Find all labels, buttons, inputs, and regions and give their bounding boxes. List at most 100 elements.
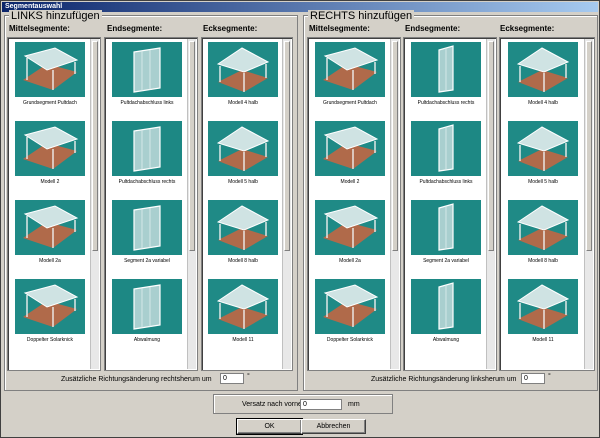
vertical-scrollbar[interactable] bbox=[486, 39, 495, 369]
segment-thumbnail-icon bbox=[315, 42, 385, 97]
segment-thumbnail-icon bbox=[315, 279, 385, 334]
segment-thumbnail-icon bbox=[208, 42, 278, 97]
segment-caption: Pultdachabschluss links bbox=[120, 100, 174, 106]
segment-list-item[interactable]: Modell 8 halb bbox=[204, 198, 282, 277]
segment-thumbnail-icon bbox=[411, 121, 481, 176]
ok-button[interactable]: OK bbox=[236, 418, 303, 435]
segment-thumbnail-icon bbox=[15, 42, 85, 97]
segment-thumbnail-icon bbox=[208, 279, 278, 334]
right-panel-title: RECHTS hinzufügen bbox=[308, 10, 415, 22]
segment-thumbnail-icon bbox=[508, 279, 578, 334]
segment-caption: Modell 2a bbox=[39, 258, 61, 264]
left-middle-segments-list[interactable]: Grundsegment Pultdach Modell 2 Modell 2a Do… bbox=[7, 37, 101, 371]
segment-list-item[interactable]: Modell 5 halb bbox=[204, 119, 282, 198]
offset-unit: mm bbox=[348, 401, 360, 408]
right-middle-segments-label: Mittelsegmente: bbox=[309, 24, 370, 33]
segment-caption: Segment 2a variabel bbox=[423, 258, 469, 264]
segment-caption: Pultdachabschluss rechts bbox=[417, 100, 475, 106]
left-rotation-label: Zusätzliche Richtungsänderung rechtsheru… bbox=[61, 376, 212, 383]
segment-thumbnail-icon bbox=[112, 121, 182, 176]
segment-caption: Modell 2 bbox=[40, 179, 60, 185]
vertical-scrollbar[interactable] bbox=[187, 39, 196, 369]
segment-list-item[interactable]: Pultdachabschluss links bbox=[107, 40, 187, 119]
right-middle-segments-list[interactable]: Grundsegment Pultdach Modell 2 Modell 2a Do… bbox=[307, 37, 401, 371]
segment-caption: Modell 2a bbox=[339, 258, 361, 264]
segment-thumbnail-icon bbox=[208, 200, 278, 255]
segment-caption: Segment 2a variabel bbox=[124, 258, 170, 264]
segment-thumbnail-icon bbox=[15, 200, 85, 255]
segment-thumbnail-icon bbox=[112, 200, 182, 255]
right-corner-segments-label: Ecksegmente: bbox=[500, 24, 555, 33]
segment-caption: Modell 11 bbox=[232, 337, 254, 343]
segment-caption: Modell 4 halb bbox=[228, 100, 258, 106]
left-rotation-input[interactable]: 0 bbox=[220, 373, 244, 384]
segment-thumbnail-icon bbox=[112, 279, 182, 334]
cancel-button[interactable]: Abbrechen bbox=[301, 419, 366, 434]
offset-input[interactable]: 0 bbox=[300, 399, 342, 410]
segment-caption: Grundsegment Pultdach bbox=[323, 100, 377, 106]
segment-caption: Modell 5 halb bbox=[228, 179, 258, 185]
segment-thumbnail-icon bbox=[508, 42, 578, 97]
segment-thumbnail-icon bbox=[411, 279, 481, 334]
vertical-scrollbar[interactable] bbox=[282, 39, 291, 369]
right-corner-segments-list[interactable]: Modell 4 halb Modell 5 halb Modell 8 halb M… bbox=[499, 37, 595, 371]
segment-caption: Doppelter Solarknick bbox=[326, 337, 374, 343]
scrollbar-thumb[interactable] bbox=[392, 41, 398, 251]
scrollbar-thumb[interactable] bbox=[92, 41, 98, 251]
segment-list-item[interactable]: Modell 4 halb bbox=[502, 40, 584, 119]
scrollbar-thumb[interactable] bbox=[488, 41, 494, 251]
right-rotation-label: Zusätzliche Richtungsänderung linksherum… bbox=[371, 376, 517, 383]
left-end-segments-label: Endsegmente: bbox=[107, 24, 163, 33]
segment-thumbnail-icon bbox=[508, 200, 578, 255]
segment-list-item[interactable]: Modell 2 bbox=[10, 119, 90, 198]
segment-caption: Modell 4 halb bbox=[528, 100, 558, 106]
right-end-segments-list[interactable]: Pultdachabschluss rechts Pultdachabschlus… bbox=[403, 37, 497, 371]
segment-caption: Pultdachabschluss links bbox=[419, 179, 473, 185]
segment-thumbnail-icon bbox=[15, 279, 85, 334]
segment-list-item[interactable]: Modell 2a bbox=[310, 198, 390, 277]
vertical-scrollbar[interactable] bbox=[390, 39, 399, 369]
offset-label: Versatz nach vorne: bbox=[242, 401, 304, 408]
segment-list-item[interactable]: Segment 2a variabel bbox=[406, 198, 486, 277]
left-end-segments-list[interactable]: Pultdachabschluss links Pultdachabschluss… bbox=[104, 37, 198, 371]
segment-caption: Doppelter Solarknick bbox=[26, 337, 74, 343]
segment-thumbnail-icon bbox=[315, 200, 385, 255]
segment-list-item[interactable]: Pultdachabschluss rechts bbox=[406, 40, 486, 119]
segment-list-item[interactable]: Pultdachabschluss rechts bbox=[107, 119, 187, 198]
segment-list-item[interactable]: Doppelter Solarknick bbox=[10, 277, 90, 356]
segment-list-item[interactable]: Pultdachabschluss links bbox=[406, 119, 486, 198]
right-end-segments-label: Endsegmente: bbox=[405, 24, 461, 33]
left-rotation-unit: ° bbox=[247, 373, 250, 380]
segment-list-item[interactable]: Modell 2a bbox=[10, 198, 90, 277]
segment-list-item[interactable]: Modell 2 bbox=[310, 119, 390, 198]
segment-caption: Modell 8 halb bbox=[228, 258, 258, 264]
segment-list-item[interactable]: Modell 11 bbox=[204, 277, 282, 356]
segment-list-item[interactable]: Modell 5 halb bbox=[502, 119, 584, 198]
segment-thumbnail-icon bbox=[15, 121, 85, 176]
segment-thumbnail-icon bbox=[508, 121, 578, 176]
scrollbar-thumb[interactable] bbox=[284, 41, 290, 251]
scrollbar-thumb[interactable] bbox=[189, 41, 195, 251]
segment-thumbnail-icon bbox=[112, 42, 182, 97]
segment-caption: Modell 5 halb bbox=[528, 179, 558, 185]
segment-list-item[interactable]: Segment 2a variabel bbox=[107, 198, 187, 277]
right-rotation-unit: ° bbox=[548, 373, 551, 380]
segment-list-item[interactable]: Abwalmung bbox=[107, 277, 187, 356]
segment-caption: Abwalmung bbox=[133, 337, 161, 343]
scrollbar-thumb[interactable] bbox=[586, 41, 592, 251]
segment-list-item[interactable]: Grundsegment Pultdach bbox=[10, 40, 90, 119]
segment-list-item[interactable]: Modell 11 bbox=[502, 277, 584, 356]
segment-caption: Pultdachabschluss rechts bbox=[118, 179, 176, 185]
vertical-scrollbar[interactable] bbox=[90, 39, 99, 369]
segment-caption: Modell 11 bbox=[532, 337, 554, 343]
segment-list-item[interactable]: Abwalmung bbox=[406, 277, 486, 356]
left-corner-segments-list[interactable]: Modell 4 halb Modell 5 halb Modell 8 halb M… bbox=[201, 37, 293, 371]
vertical-scrollbar[interactable] bbox=[584, 39, 593, 369]
segment-selection-dialog: Segmentauswahl LINKS hinzufügen Mittelse… bbox=[0, 0, 600, 438]
segment-list-item[interactable]: Modell 8 halb bbox=[502, 198, 584, 277]
segment-list-item[interactable]: Modell 4 halb bbox=[204, 40, 282, 119]
right-rotation-input[interactable]: 0 bbox=[521, 373, 545, 384]
segment-list-item[interactable]: Grundsegment Pultdach bbox=[310, 40, 390, 119]
left-panel-title: LINKS hinzufügen bbox=[9, 10, 102, 22]
segment-list-item[interactable]: Doppelter Solarknick bbox=[310, 277, 390, 356]
